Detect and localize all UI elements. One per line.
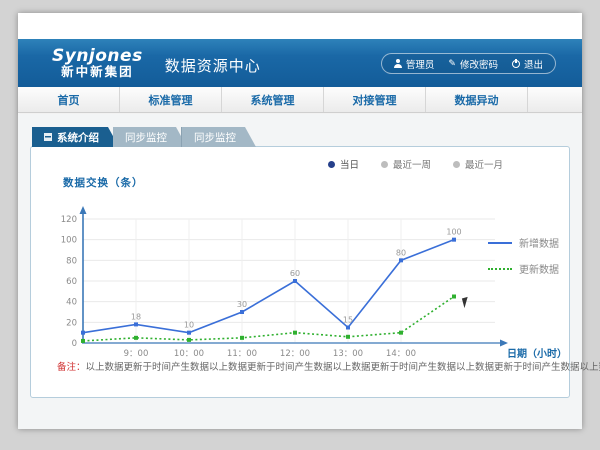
svg-text:80: 80 bbox=[396, 248, 406, 257]
note-text: 以上数据更新于时间产生数据以上数据更新于时间产生数据以上数据更新于时间产生数据以… bbox=[86, 362, 600, 373]
svg-text:15: 15 bbox=[343, 316, 353, 325]
change-password-label: 修改密码 bbox=[460, 57, 498, 71]
legend-item-new-data: 新增数据 bbox=[488, 235, 559, 250]
nav-item-data-change[interactable]: 数据异动 bbox=[426, 87, 528, 112]
user-icon bbox=[394, 59, 402, 68]
tab-label: 同步监控 bbox=[125, 130, 167, 145]
tab-system-intro[interactable]: 系统介绍 bbox=[32, 127, 119, 147]
range-filter-group: 当日 最近一周 最近一月 bbox=[328, 157, 503, 171]
svg-text:9：00: 9：00 bbox=[124, 349, 149, 359]
svg-text:60: 60 bbox=[66, 277, 77, 287]
svg-text:60: 60 bbox=[290, 269, 300, 278]
change-password-button[interactable]: ✎ 修改密码 bbox=[448, 57, 498, 71]
tab-label: 同步监控 bbox=[194, 130, 236, 145]
nav-item-home[interactable]: 首页 bbox=[18, 87, 120, 112]
logout-button[interactable]: 退出 bbox=[512, 57, 543, 71]
svg-text:40: 40 bbox=[66, 298, 77, 308]
filter-last-week[interactable]: 最近一周 bbox=[381, 157, 431, 171]
company-logo: Synjones 新中新集团 bbox=[52, 48, 143, 79]
logout-label: 退出 bbox=[524, 57, 543, 71]
filter-today[interactable]: 当日 bbox=[328, 157, 359, 171]
window-icon bbox=[44, 133, 52, 141]
filter-label: 最近一周 bbox=[393, 157, 431, 171]
filter-last-month[interactable]: 最近一月 bbox=[453, 157, 503, 171]
power-icon bbox=[512, 60, 520, 68]
app-header: Synjones 新中新集团 数据资源中心 管理员 ✎ 修改密码 退出 bbox=[18, 39, 582, 87]
svg-text:11：00: 11：00 bbox=[227, 349, 257, 359]
user-menu[interactable]: 管理员 bbox=[394, 57, 435, 71]
line-chart: 0 20 40 60 80 100 120 9：00 10：00 11：00 12：00 13：00 1… bbox=[45, 191, 583, 363]
user-label: 管理员 bbox=[406, 57, 435, 71]
series-legend: 新增数据 更新数据 bbox=[488, 235, 559, 276]
tab-sync-monitor-1[interactable]: 同步监控 bbox=[113, 127, 187, 147]
svg-text:0: 0 bbox=[72, 339, 77, 349]
edit-icon: ✎ bbox=[448, 59, 456, 69]
radio-dot-icon bbox=[381, 161, 388, 168]
main-nav: 首页 标准管理 系统管理 对接管理 数据异动 bbox=[18, 87, 582, 113]
note-prefix: 备注： bbox=[57, 362, 86, 373]
svg-text:100: 100 bbox=[61, 236, 77, 246]
nav-item-interface-mgmt[interactable]: 对接管理 bbox=[324, 87, 426, 112]
legend-item-update-data: 更新数据 bbox=[488, 261, 559, 276]
svg-text:10: 10 bbox=[184, 321, 194, 330]
tab-sync-monitor-2[interactable]: 同步监控 bbox=[181, 127, 256, 147]
svg-text:120: 120 bbox=[61, 215, 77, 225]
y-axis-title: 数据交换（条） bbox=[63, 175, 144, 190]
footer-note: 备注：以上数据更新于时间产生数据以上数据更新于时间产生数据以上数据更新于时间产生… bbox=[57, 359, 600, 373]
svg-text:30: 30 bbox=[237, 300, 247, 309]
legend-label: 更新数据 bbox=[519, 261, 559, 276]
user-toolbar: 管理员 ✎ 修改密码 退出 bbox=[381, 53, 556, 74]
app-window: Synjones 新中新集团 数据资源中心 管理员 ✎ 修改密码 退出 首页 标… bbox=[18, 13, 582, 429]
svg-text:80: 80 bbox=[66, 256, 77, 266]
filter-label: 最近一月 bbox=[465, 157, 503, 171]
radio-dot-icon bbox=[453, 161, 460, 168]
radio-dot-icon bbox=[328, 161, 335, 168]
svg-text:20: 20 bbox=[66, 318, 77, 328]
nav-item-standard-mgmt[interactable]: 标准管理 bbox=[120, 87, 222, 112]
svg-text:12：00: 12：00 bbox=[280, 349, 310, 359]
content-area: 系统介绍 同步监控 同步监控 当日 最近一周 bbox=[18, 114, 582, 429]
nav-item-system-mgmt[interactable]: 系统管理 bbox=[222, 87, 324, 112]
tab-bar: 系统介绍 同步监控 同步监控 bbox=[32, 127, 570, 147]
x-axis-title: 日期（小时） bbox=[507, 345, 563, 360]
svg-text:18: 18 bbox=[131, 312, 141, 321]
svg-text:13：00: 13：00 bbox=[333, 349, 363, 359]
chart-panel: 当日 最近一周 最近一月 数据交换（条） 0 20 40 60 80 100 120 9：00… bbox=[30, 146, 570, 398]
tab-label: 系统介绍 bbox=[57, 130, 99, 145]
solid-line-icon bbox=[488, 242, 512, 244]
filter-label: 当日 bbox=[340, 157, 359, 171]
page-title: 数据资源中心 bbox=[165, 55, 261, 76]
dotted-line-icon bbox=[488, 268, 512, 270]
svg-text:100: 100 bbox=[446, 228, 461, 237]
legend-label: 新增数据 bbox=[519, 235, 559, 250]
logo-subtitle: 新中新集团 bbox=[52, 65, 143, 78]
logo-title: Synjones bbox=[52, 48, 143, 66]
svg-text:10：00: 10：00 bbox=[174, 349, 204, 359]
svg-text:14：00: 14：00 bbox=[386, 349, 416, 359]
chart-area: 数据交换（条） 0 20 40 60 80 100 120 9：00 10：00 11：00 12：… bbox=[37, 173, 563, 369]
